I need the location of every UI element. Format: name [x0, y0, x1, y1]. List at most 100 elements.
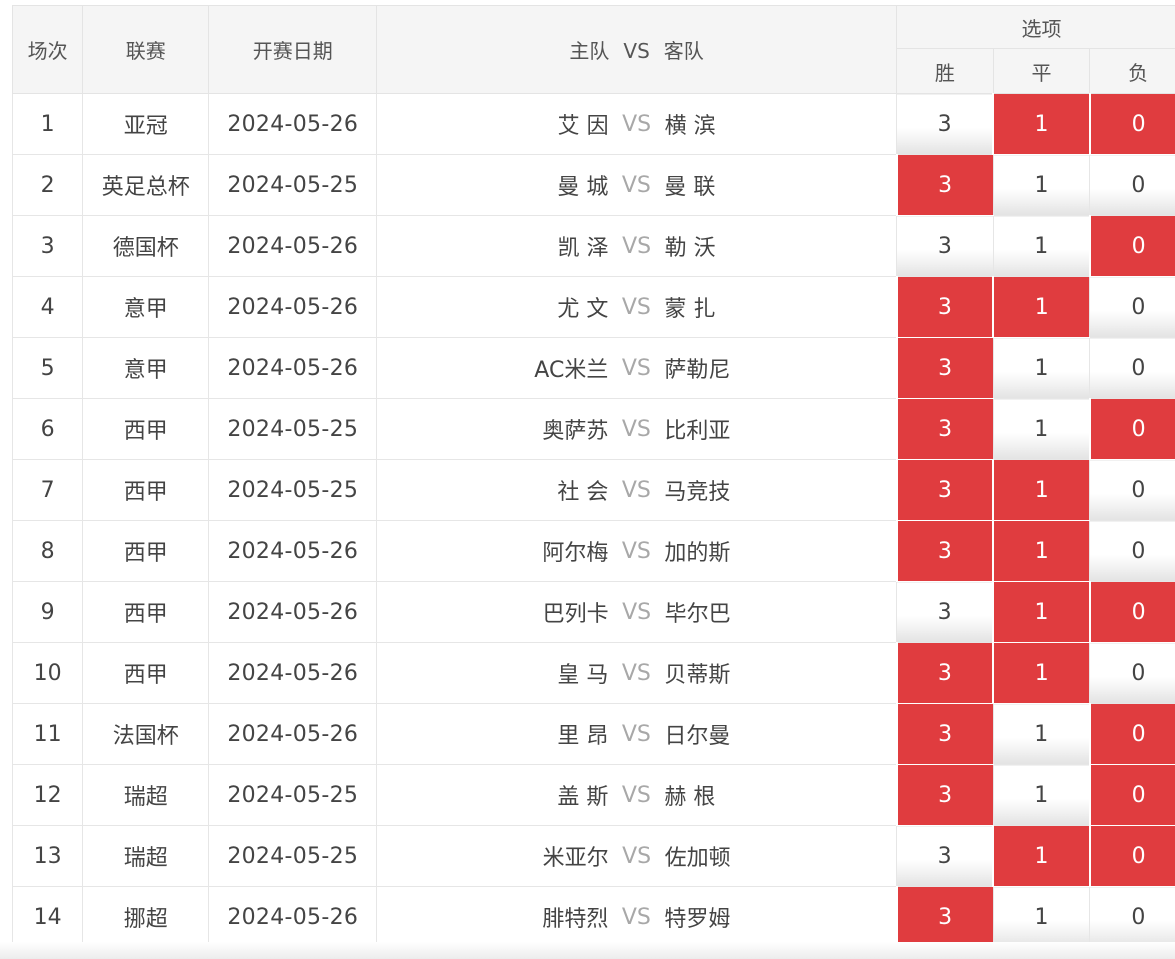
match-number: 3	[11, 215, 83, 277]
league-name: 西甲	[82, 520, 209, 582]
option-win[interactable]: 3	[896, 825, 994, 887]
option-win[interactable]: 3	[895, 764, 994, 826]
match-teams: 尤 文 VS 蒙 扎	[376, 276, 897, 338]
away-team: 赫 根	[664, 785, 716, 810]
option-draw[interactable]: 1	[992, 337, 1090, 399]
option-lose[interactable]: 0	[1089, 154, 1175, 216]
option-lose[interactable]: 0	[1089, 520, 1175, 582]
league-name: 德国杯	[82, 215, 209, 277]
match-number: 14	[11, 886, 83, 948]
option-win[interactable]: 3	[895, 703, 994, 765]
vs-label: VS	[622, 599, 652, 625]
option-win[interactable]: 3	[896, 581, 994, 643]
table-row: 2 英足总杯 2024-05-25 曼 城 VS 曼 联 310	[11, 154, 1175, 216]
match-teams-inner: 腓特烈 VS 特罗姆	[377, 901, 895, 933]
table-row: 9 西甲 2024-05-26 巴列卡 VS 毕尔巴 3 1 0	[11, 581, 1175, 643]
away-team: 勒 沃	[664, 236, 716, 261]
option-lose[interactable]: 0	[1089, 276, 1175, 338]
match-teams-inner: 艾 因 VS 横 滨	[377, 108, 896, 140]
option-draw[interactable]: 1	[992, 398, 1090, 460]
header-draw: 平	[992, 48, 1091, 94]
match-teams: 曼 城 VS 曼 联	[376, 154, 897, 216]
league-name: 西甲	[82, 642, 209, 704]
option-lose[interactable]: 0	[1089, 642, 1175, 704]
match-date: 2024-05-26	[208, 886, 377, 948]
option-draw[interactable]: 1	[992, 93, 1090, 155]
match-date: 2024-05-26	[208, 581, 377, 643]
option-lose[interactable]: 0	[1089, 337, 1175, 399]
option-win[interactable]: 3	[895, 459, 994, 521]
match-teams-inner: 巴列卡 VS 毕尔巴	[377, 596, 896, 628]
option-win[interactable]: 3	[895, 520, 994, 582]
option-lose[interactable]: 0	[1089, 886, 1175, 948]
league-name: 英足总杯	[82, 154, 209, 216]
header-away: 客队	[663, 39, 704, 63]
option-lose[interactable]: 0	[1088, 825, 1175, 887]
match-date: 2024-05-26	[208, 276, 377, 338]
match-number: 4	[11, 276, 83, 338]
option-draw[interactable]: 1	[992, 276, 1090, 338]
lottery-table-container: 场次 联赛 开赛日期 主队 VS 客队 选项 胜 平 负 1 亚冠 2024-05-26…	[11, 5, 1175, 948]
match-teams-inner: 皇 马 VS 贝蒂斯	[377, 657, 895, 689]
home-team: 巴列卡	[542, 602, 609, 627]
option-draw[interactable]: 1	[992, 459, 1090, 521]
match-teams-inner: 米亚尔 VS 佐加顿	[377, 840, 896, 872]
home-team: 皇 马	[557, 663, 609, 688]
option-draw[interactable]: 1	[992, 764, 1090, 826]
vs-label: VS	[621, 416, 651, 442]
away-team: 蒙 扎	[664, 297, 716, 322]
league-name: 西甲	[82, 459, 209, 521]
table-row: 12 瑞超 2024-05-25 盖 斯 VS 赫 根 310	[11, 764, 1175, 826]
vs-label: VS	[622, 843, 652, 869]
vs-label: VS	[621, 721, 651, 747]
table-row: 7 西甲 2024-05-25 社 会 VS 马竞技 3 1 0	[11, 459, 1175, 521]
option-win[interactable]: 3	[895, 886, 994, 948]
vs-label: VS	[621, 782, 651, 808]
option-draw[interactable]: 1	[992, 703, 1090, 765]
option-draw[interactable]: 1	[992, 215, 1090, 277]
option-win[interactable]: 3	[895, 337, 994, 399]
match-date: 2024-05-26	[208, 93, 377, 155]
option-draw[interactable]: 1	[992, 520, 1090, 582]
league-name: 意甲	[82, 276, 209, 338]
match-teams-inner: 凯 泽 VS 勒 沃	[377, 230, 896, 262]
match-teams-inner: 盖 斯 VS 赫 根	[377, 779, 895, 811]
header-vs: VS	[623, 39, 650, 63]
bottom-shadow	[0, 942, 1175, 959]
match-teams-inner: 奥萨苏 VS 比利亚	[377, 413, 895, 445]
option-win[interactable]: 3	[895, 154, 994, 216]
match-teams: 凯 泽 VS 勒 沃	[376, 215, 897, 277]
option-lose[interactable]: 0	[1088, 93, 1175, 155]
option-draw[interactable]: 1	[992, 581, 1090, 643]
match-teams: 皇 马 VS 贝蒂斯	[376, 642, 897, 704]
option-win[interactable]: 3	[896, 215, 994, 277]
league-name: 意甲	[82, 337, 209, 399]
option-win[interactable]: 3	[895, 276, 994, 338]
option-draw[interactable]: 1	[992, 886, 1090, 948]
option-lose[interactable]: 0	[1088, 215, 1175, 277]
option-lose[interactable]: 0	[1088, 581, 1175, 643]
match-teams: 巴列卡 VS 毕尔巴	[376, 581, 897, 643]
home-team: 米亚尔	[542, 846, 609, 871]
option-lose[interactable]: 0	[1088, 398, 1175, 460]
match-number: 11	[11, 703, 83, 765]
home-team: 腓特烈	[542, 907, 609, 932]
table-row: 3 德国杯 2024-05-26 凯 泽 VS 勒 沃310	[11, 215, 1175, 277]
table-row: 1 亚冠 2024-05-26 艾 因 VS 横 滨310	[11, 93, 1175, 155]
option-win[interactable]: 3	[895, 398, 994, 460]
home-team: 曼 城	[557, 175, 609, 200]
option-draw[interactable]: 1	[992, 154, 1090, 216]
option-draw[interactable]: 1	[992, 825, 1090, 887]
vs-label: VS	[621, 294, 651, 320]
option-lose[interactable]: 0	[1088, 703, 1175, 765]
header-lose: 负	[1089, 48, 1175, 94]
option-draw[interactable]: 1	[992, 642, 1090, 704]
option-win[interactable]: 3	[895, 642, 994, 704]
option-win[interactable]: 3	[896, 93, 994, 155]
away-team: 比利亚	[664, 419, 731, 444]
home-team: 盖 斯	[557, 785, 609, 810]
match-number: 10	[11, 642, 83, 704]
option-lose[interactable]: 0	[1089, 459, 1175, 521]
league-name: 亚冠	[82, 93, 209, 155]
option-lose[interactable]: 0	[1088, 764, 1175, 826]
